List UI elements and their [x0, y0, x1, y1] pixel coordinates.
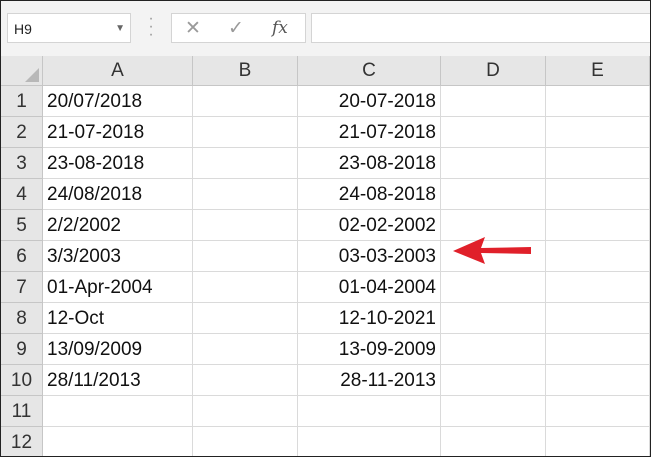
row-header-8[interactable]: 8	[1, 303, 43, 334]
cell-e10[interactable]	[546, 365, 650, 396]
cell-b9[interactable]	[193, 334, 298, 365]
row-header-11[interactable]: 11	[1, 396, 43, 427]
column-header-a[interactable]: A	[43, 56, 193, 86]
cell-a5[interactable]: 2/2/2002	[43, 210, 193, 241]
drag-handle-icon[interactable]: · · ·	[144, 11, 158, 43]
cell-d11[interactable]	[441, 396, 546, 427]
checkmark-icon[interactable]: ✓	[228, 17, 244, 40]
cell-a3[interactable]: 23-08-2018	[43, 148, 193, 179]
cell-b6[interactable]	[193, 241, 298, 272]
spreadsheet-grid: A B C D E 1 20/07/2018 20-07-2018 2 21-07-2018 21-…	[1, 56, 650, 456]
insert-function-icon[interactable]: fx	[272, 18, 288, 38]
row-header-7[interactable]: 7	[1, 272, 43, 303]
cell-e3[interactable]	[546, 148, 650, 179]
cell-b4[interactable]	[193, 179, 298, 210]
excel-window: H9 ▼ · · · ✕ ✓ fx A B C D E 1 20/07/2018 20-07-20…	[0, 0, 651, 457]
row-header-4[interactable]: 4	[1, 179, 43, 210]
cell-b1[interactable]	[193, 86, 298, 117]
arrow-left-icon	[453, 237, 531, 264]
cell-b10[interactable]	[193, 365, 298, 396]
cell-b2[interactable]	[193, 117, 298, 148]
formula-bar: H9 ▼ · · · ✕ ✓ fx	[1, 1, 650, 56]
cell-b3[interactable]	[193, 148, 298, 179]
column-header-e[interactable]: E	[546, 56, 650, 86]
cell-a7[interactable]: 01-Apr-2004	[43, 272, 193, 303]
cell-d9[interactable]	[441, 334, 546, 365]
cell-c8[interactable]: 12-10-2021	[298, 303, 441, 334]
cell-e2[interactable]	[546, 117, 650, 148]
select-all-button[interactable]	[1, 56, 43, 86]
cell-e7[interactable]	[546, 272, 650, 303]
cell-a12[interactable]	[43, 427, 193, 456]
cell-c12[interactable]	[298, 427, 441, 456]
column-header-c[interactable]: C	[298, 56, 441, 86]
name-box[interactable]: H9 ▼	[7, 13, 131, 43]
cell-c7[interactable]: 01-04-2004	[298, 272, 441, 303]
cell-e12[interactable]	[546, 427, 650, 456]
select-all-triangle-icon	[25, 68, 39, 82]
cell-d1[interactable]	[441, 86, 546, 117]
cell-a1[interactable]: 20/07/2018	[43, 86, 193, 117]
cell-d2[interactable]	[441, 117, 546, 148]
row-header-1[interactable]: 1	[1, 86, 43, 117]
cell-a8[interactable]: 12-Oct	[43, 303, 193, 334]
name-box-value: H9	[14, 21, 32, 37]
cell-a11[interactable]	[43, 396, 193, 427]
cell-d8[interactable]	[441, 303, 546, 334]
cell-e5[interactable]	[546, 210, 650, 241]
cell-b8[interactable]	[193, 303, 298, 334]
cell-a10[interactable]: 28/11/2013	[43, 365, 193, 396]
cell-c6[interactable]: 03-03-2003	[298, 241, 441, 272]
row-header-6[interactable]: 6	[1, 241, 43, 272]
cell-a2[interactable]: 21-07-2018	[43, 117, 193, 148]
close-icon[interactable]: ✕	[185, 17, 201, 40]
row-header-3[interactable]: 3	[1, 148, 43, 179]
cell-a4[interactable]: 24/08/2018	[43, 179, 193, 210]
cell-b7[interactable]	[193, 272, 298, 303]
row-header-12[interactable]: 12	[1, 427, 43, 456]
cell-c5[interactable]: 02-02-2002	[298, 210, 441, 241]
column-header-b[interactable]: B	[193, 56, 298, 86]
cell-c9[interactable]: 13-09-2009	[298, 334, 441, 365]
row-header-10[interactable]: 10	[1, 365, 43, 396]
row-header-2[interactable]: 2	[1, 117, 43, 148]
cell-b5[interactable]	[193, 210, 298, 241]
row-header-5[interactable]: 5	[1, 210, 43, 241]
cell-d3[interactable]	[441, 148, 546, 179]
row-header-9[interactable]: 9	[1, 334, 43, 365]
cell-b11[interactable]	[193, 396, 298, 427]
cell-c1[interactable]: 20-07-2018	[298, 86, 441, 117]
cell-e9[interactable]	[546, 334, 650, 365]
column-header-d[interactable]: D	[441, 56, 546, 86]
formula-tools: ✕ ✓ fx	[171, 13, 306, 43]
cell-c3[interactable]: 23-08-2018	[298, 148, 441, 179]
cell-d7[interactable]	[441, 272, 546, 303]
cell-e1[interactable]	[546, 86, 650, 117]
formula-input[interactable]	[311, 13, 650, 43]
cell-c2[interactable]: 21-07-2018	[298, 117, 441, 148]
cell-a6[interactable]: 3/3/2003	[43, 241, 193, 272]
cell-d12[interactable]	[441, 427, 546, 456]
cell-c11[interactable]	[298, 396, 441, 427]
cell-c4[interactable]: 24-08-2018	[298, 179, 441, 210]
cell-e6[interactable]	[546, 241, 650, 272]
cell-d4[interactable]	[441, 179, 546, 210]
chevron-down-icon[interactable]: ▼	[115, 23, 125, 34]
cell-a9[interactable]: 13/09/2009	[43, 334, 193, 365]
cell-d10[interactable]	[441, 365, 546, 396]
cell-c10[interactable]: 28-11-2013	[298, 365, 441, 396]
cell-b12[interactable]	[193, 427, 298, 456]
cell-e8[interactable]	[546, 303, 650, 334]
cell-e11[interactable]	[546, 396, 650, 427]
cell-e4[interactable]	[546, 179, 650, 210]
